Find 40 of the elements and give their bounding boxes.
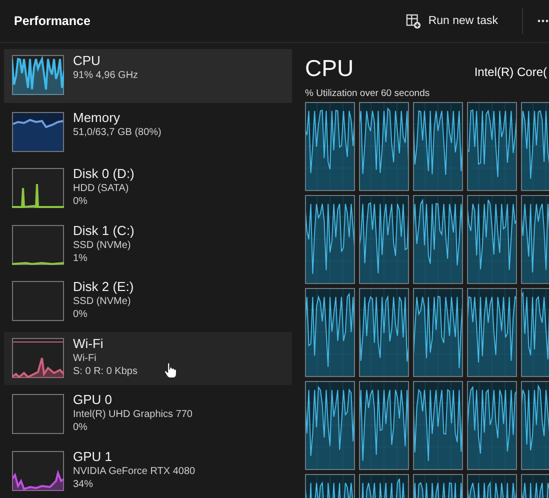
device-detail: NVIDIA GeForce RTX 4080 bbox=[73, 464, 196, 478]
device-detail: SSD (NVMe) bbox=[73, 295, 132, 308]
device-name: Wi-Fi bbox=[73, 336, 104, 352]
device-name: GPU 1 bbox=[73, 448, 114, 464]
hand-cursor-icon bbox=[164, 362, 177, 378]
sidebar-item[interactable]: GPU 1 NVIDIA GeForce RTX 4080 34% bbox=[4, 444, 292, 498]
device-detail: Intel(R) UHD Graphics 770 bbox=[73, 408, 192, 421]
device-detail: 0% bbox=[73, 308, 88, 321]
device-detail: HDD (SATA) bbox=[73, 182, 130, 195]
sidebar-item[interactable]: GPU 0 Intel(R) UHD Graphics 770 0% bbox=[4, 388, 292, 442]
device-name: GPU 0 bbox=[73, 392, 114, 408]
device-detail: Wi-Fi bbox=[73, 352, 98, 364]
sidebar-item[interactable]: CPU 91% 4,96 GHz bbox=[4, 49, 292, 102]
more-icon[interactable] bbox=[537, 19, 549, 23]
device-detail: SSD (NVMe) bbox=[73, 238, 132, 252]
device-name: Disk 0 (D:) bbox=[73, 166, 134, 182]
device-detail: 0% bbox=[73, 421, 88, 434]
detail-title: CPU bbox=[305, 55, 354, 82]
device-detail: 91% 4,96 GHz bbox=[73, 69, 138, 82]
processor-model: Intel(R) Core( bbox=[474, 65, 547, 79]
device-name: CPU bbox=[73, 53, 102, 69]
device-detail: S: 0 R: 0 Kbps bbox=[73, 364, 138, 378]
usage-graph-icon bbox=[12, 281, 64, 321]
sidebar-item[interactable]: Disk 0 (D:) HDD (SATA) 0% bbox=[4, 162, 292, 216]
sidebar-item[interactable]: Disk 2 (E:) SSD (NVMe) 0% bbox=[4, 275, 292, 328]
graph-caption: % Utilization over 60 seconds bbox=[305, 88, 431, 99]
new-task-icon bbox=[406, 14, 422, 28]
device-detail: 1% bbox=[73, 252, 88, 264]
device-name: Memory bbox=[73, 110, 121, 126]
run-new-task-button[interactable]: Run new task bbox=[400, 10, 504, 32]
page-title: Performance bbox=[14, 14, 90, 28]
device-name: Disk 2 (E:) bbox=[73, 279, 134, 295]
sidebar-item[interactable]: Disk 1 (C:) SSD (NVMe) 1% bbox=[4, 218, 292, 272]
device-name: Disk 1 (C:) bbox=[73, 222, 134, 238]
sidebar-item[interactable]: Memory 51,0/63,7 GB (80%) bbox=[4, 106, 292, 159]
device-detail: 0% bbox=[73, 195, 88, 208]
sidebar-item[interactable]: Wi-Fi Wi-Fi S: 0 R: 0 Kbps bbox=[4, 332, 292, 385]
device-detail: 51,0/63,7 GB (80%) bbox=[73, 126, 162, 138]
usage-graph-icon bbox=[12, 394, 64, 434]
device-detail: 34% bbox=[73, 478, 94, 490]
